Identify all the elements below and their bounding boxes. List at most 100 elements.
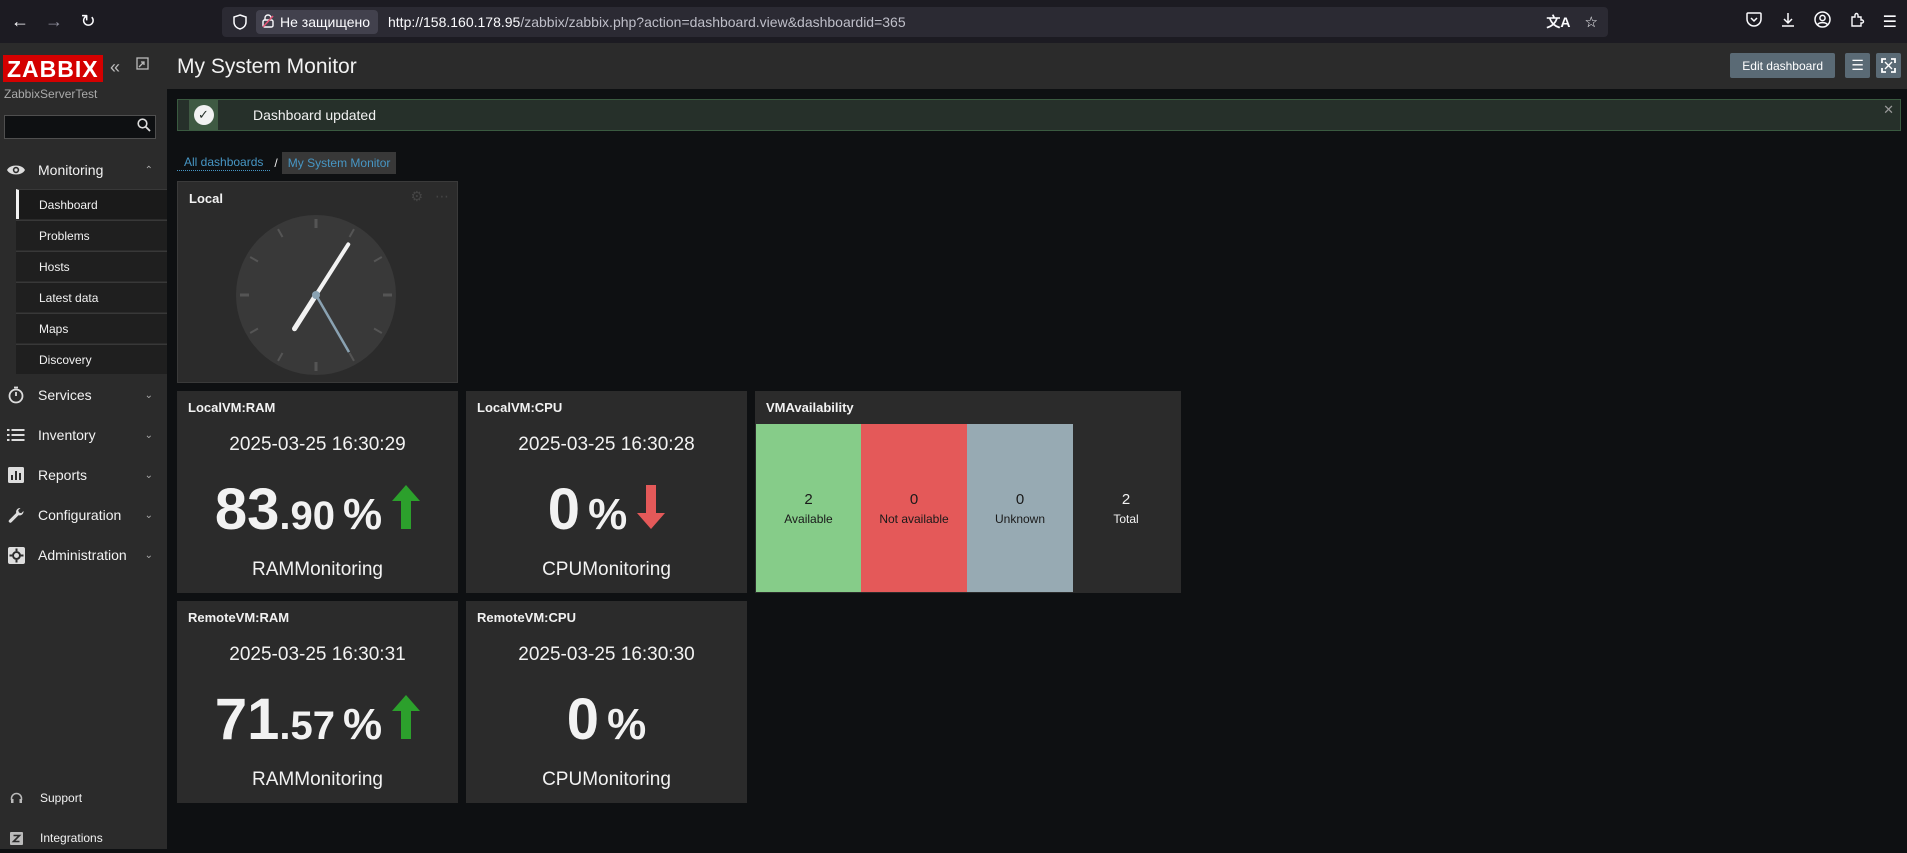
browser-menu-icon[interactable]: ☰ <box>1883 12 1897 32</box>
availability-not-available[interactable]: 0 Not available <box>861 424 967 592</box>
eye-icon <box>0 163 32 177</box>
close-icon[interactable]: ✕ <box>1883 102 1894 118</box>
account-icon[interactable] <box>1813 11 1831 33</box>
item-timestamp: 2025-03-25 16:30:30 <box>518 644 695 665</box>
translate-icon[interactable]: 文A <box>1546 12 1570 32</box>
clock-widget: Local ⚙ ⋯ <box>177 181 458 383</box>
security-indicator[interactable]: Не защищено <box>256 10 378 34</box>
menu-support[interactable]: Support <box>0 783 167 813</box>
url-host: http://158.160.178.95 <box>388 14 521 30</box>
breadcrumb-current[interactable]: My System Monitor <box>281 152 397 174</box>
gear-icon[interactable]: ⚙ <box>410 188 423 205</box>
pocket-icon[interactable] <box>1745 12 1762 32</box>
menu-services-label: Services <box>38 387 92 403</box>
unknown-count: 0 <box>1015 490 1025 508</box>
availability-unknown[interactable]: 0 Unknown <box>967 424 1073 592</box>
bar-chart-icon <box>0 467 32 483</box>
value-unit: % <box>343 700 383 749</box>
menu-reports-label: Reports <box>38 467 88 483</box>
remote-cpu-widget: RemoteVM:CPU 2025-03-25 16:30:30 0 % CPU… <box>466 601 747 803</box>
fullscreen-icon[interactable] <box>1876 53 1901 78</box>
availability-available[interactable]: 2 Available <box>756 424 861 592</box>
item-value: 0 % <box>466 686 747 753</box>
widget-title: VMAvailability <box>766 400 854 415</box>
available-label: Available <box>784 511 833 526</box>
menu-administration-label: Administration <box>38 547 127 563</box>
collapse-sidebar-icon[interactable]: « <box>110 57 120 78</box>
item-timestamp: 2025-03-25 16:30:29 <box>229 434 406 455</box>
zabbix-logo[interactable]: ZABBIX <box>3 55 103 82</box>
widget-title: LocalVM:CPU <box>477 400 563 415</box>
success-message: ✓ Dashboard updated ✕ <box>177 99 1901 131</box>
item-description: RAMMonitoring <box>252 559 383 580</box>
widget-title: LocalVM:RAM <box>188 400 276 415</box>
breadcrumb: All dashboards / My System Monitor <box>177 152 397 174</box>
value-unit: % <box>343 490 383 539</box>
value-unit: % <box>588 490 628 539</box>
submenu-dashboard[interactable]: Dashboard <box>16 189 167 219</box>
autohide-sidebar-icon[interactable] <box>136 57 149 73</box>
item-value: 0 % <box>466 476 747 543</box>
widget-title: RemoteVM:RAM <box>188 610 290 625</box>
url-text[interactable]: http://158.160.178.95/zabbix/zabbix.php?… <box>388 14 906 30</box>
submenu-discovery[interactable]: Discovery <box>16 344 167 374</box>
reload-icon[interactable]: ↻ <box>74 8 102 36</box>
more-options-icon[interactable]: ⋯ <box>435 188 449 205</box>
submenu-latest-data[interactable]: Latest data <box>16 282 167 312</box>
value-integer: 83 <box>214 477 280 542</box>
bookmark-star-icon[interactable]: ☆ <box>1585 13 1598 31</box>
analog-clock <box>236 215 396 375</box>
menu-monitoring[interactable]: Monitoring ⌃ <box>0 152 167 188</box>
browser-toolbar-right: ☰ <box>1745 7 1897 37</box>
submenu-maps[interactable]: Maps <box>16 313 167 343</box>
check-circle-icon: ✓ <box>193 105 214 125</box>
menu-inventory[interactable]: Inventory ⌄ <box>0 417 167 453</box>
trend-up-icon <box>392 485 421 534</box>
menu-administration[interactable]: Administration ⌄ <box>0 537 167 573</box>
download-icon[interactable] <box>1780 12 1796 33</box>
shield-icon[interactable] <box>226 14 254 30</box>
item-timestamp: 2025-03-25 16:30:31 <box>229 644 406 665</box>
search-input[interactable] <box>4 115 156 139</box>
remote-ram-widget: RemoteVM:RAM 2025-03-25 16:30:31 71 .57 … <box>177 601 458 803</box>
forward-icon[interactable]: → <box>40 8 68 36</box>
item-value: 83 .90 % <box>177 476 458 543</box>
menu-integrations-label: Integrations <box>40 831 103 845</box>
sidebar: ZABBIX « ZabbixServerTest Monitoring ⌃ D… <box>0 43 167 849</box>
edit-dashboard-button[interactable]: Edit dashboard <box>1730 53 1835 78</box>
menu-monitoring-label: Monitoring <box>38 162 104 178</box>
total-label: Total <box>1113 511 1139 526</box>
menu-inventory-label: Inventory <box>38 427 96 443</box>
gear-icon <box>0 546 32 564</box>
menu-services[interactable]: Services ⌄ <box>0 377 167 413</box>
breadcrumb-separator: / <box>274 156 278 170</box>
page-header: My System Monitor Edit dashboard ☰ <box>167 43 1907 89</box>
clock-center <box>312 291 320 299</box>
submenu-problems[interactable]: Problems <box>16 220 167 250</box>
menu-configuration[interactable]: Configuration ⌄ <box>0 497 167 533</box>
value-integer: 0 <box>566 687 600 752</box>
not-available-label: Not available <box>879 511 949 526</box>
item-description: RAMMonitoring <box>252 769 383 790</box>
actions-menu-icon[interactable]: ☰ <box>1845 53 1870 78</box>
security-label: Не защищено <box>280 14 370 30</box>
message-text: Dashboard updated <box>253 107 376 123</box>
address-bar[interactable]: Не защищено http://158.160.178.95/zabbix… <box>222 7 1608 37</box>
extensions-icon[interactable] <box>1849 12 1865 33</box>
chevron-up-icon: ⌃ <box>144 164 153 176</box>
submenu-hosts[interactable]: Hosts <box>16 251 167 281</box>
item-description: CPUMonitoring <box>542 559 671 580</box>
item-value: 71 .57 % <box>177 686 458 753</box>
wrench-icon <box>0 507 32 524</box>
availability-total[interactable]: 2 Total <box>1073 424 1179 592</box>
url-actions: 文A ☆ <box>1546 7 1598 37</box>
total-count: 2 <box>1121 490 1131 508</box>
breadcrumb-all-dashboards[interactable]: All dashboards <box>177 155 271 171</box>
back-icon[interactable]: ← <box>6 8 34 36</box>
menu-reports[interactable]: Reports ⌄ <box>0 457 167 493</box>
widget-tools: ⚙ ⋯ <box>410 188 449 205</box>
value-decimal: .90 <box>279 494 335 538</box>
menu-support-label: Support <box>40 791 83 805</box>
widget-title: RemoteVM:CPU <box>477 610 576 625</box>
search-icon[interactable] <box>137 118 151 135</box>
